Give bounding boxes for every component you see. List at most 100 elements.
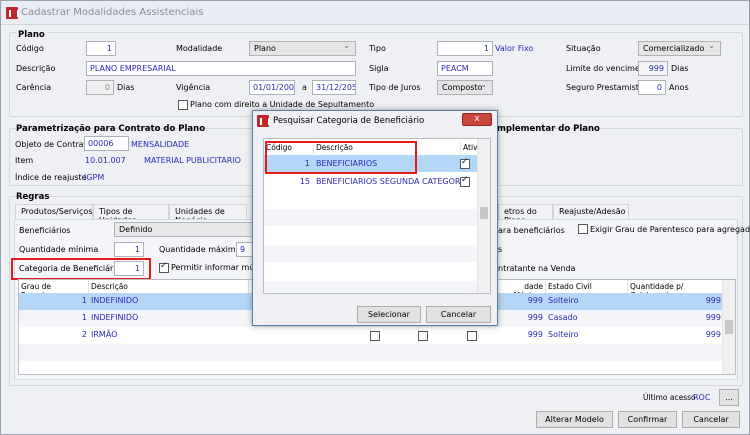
qtd-min-input[interactable]: 1 [114, 242, 144, 257]
exigir-checkbox[interactable] [578, 224, 588, 234]
seguro-label: Seguro Prestamista [566, 83, 644, 92]
ativo-checkbox[interactable] [460, 157, 470, 169]
cell-estado: Solteiro [548, 330, 579, 339]
app-logo-icon [6, 7, 19, 19]
item-code: 10.01.007 [85, 156, 126, 165]
modalidade-label: Modalidade [176, 44, 223, 53]
cancelar-button[interactable]: Cancelar [682, 411, 740, 428]
regras-title: Regras [16, 192, 50, 202]
vigencia-label: Vigência [176, 83, 211, 92]
grid-scrollbar[interactable] [722, 280, 735, 374]
item-label: Item [15, 156, 34, 165]
header-estado-civil[interactable]: Estado Civil [546, 280, 628, 293]
limite-unit: Dias [671, 64, 689, 73]
situacao-select[interactable]: Comercializado [638, 41, 721, 56]
situacao-label: Situação [566, 44, 601, 53]
seguro-unit: Anos [669, 83, 689, 92]
juros-label: Tipo de Juros [369, 83, 421, 92]
sepultamento-checkbox[interactable] [178, 100, 188, 110]
beneficiarios-select[interactable]: Definido [114, 222, 264, 237]
close-icon[interactable]: x [462, 113, 492, 126]
tab-reajuste-adesao[interactable]: Reajuste/Adesão [553, 204, 629, 219]
dialog-cancelar-button[interactable]: Cancelar [426, 306, 491, 323]
tab-produtos-servicos[interactable]: Produtos/Serviços [15, 204, 93, 219]
alterar-modelo-button[interactable]: Alterar Modelo [536, 411, 613, 428]
cell-descricao: BENEFICIARIOS SEGUNDA CATEGORIA [316, 177, 469, 186]
header-qtd-maxima[interactable]: dade Máxima [499, 280, 546, 300]
cell-codigo: 15 [299, 177, 310, 186]
table-row-empty [264, 245, 478, 262]
descricao-input[interactable]: PLANO EMPRESARIAL [86, 61, 356, 76]
indice-label: Índice de reajuste [15, 173, 87, 182]
cell-qtd: 999 [705, 330, 721, 339]
row-checkbox[interactable] [418, 331, 428, 341]
vigencia-sep: a [302, 83, 307, 92]
cell-qtd: 999 [705, 313, 721, 322]
multipla-checkbox[interactable] [159, 261, 169, 273]
cell-descricao: INDEFINIDO [91, 313, 139, 322]
cell-grau: 1 [81, 313, 87, 322]
juros-select[interactable]: Composto [437, 80, 493, 95]
title-bar: Cadastrar Modalidades Assistenciais [1, 1, 749, 25]
scroll-thumb[interactable] [725, 320, 733, 334]
header-descricao[interactable]: Descrição [89, 280, 249, 293]
sigla-input[interactable]: PEACM [437, 61, 493, 76]
row-checkbox[interactable] [370, 331, 380, 341]
row-checkbox[interactable] [467, 331, 477, 341]
table-row-empty [264, 209, 478, 226]
objeto-input[interactable]: 00006 [84, 136, 129, 151]
sigla-label: Sigla [369, 64, 389, 73]
cell-descricao: IRMÃO [91, 330, 118, 339]
right-label-1: ara beneficiários [498, 226, 565, 235]
confirmar-button[interactable]: Confirmar [618, 411, 677, 428]
highlight-box [265, 141, 417, 174]
dialog-logo-icon [257, 115, 270, 127]
header-qtd-colaborador[interactable]: Quantidade p/ Colaborador [628, 280, 723, 300]
vigencia-fim-input[interactable]: 31/12/2050 [312, 80, 356, 95]
cell-max: 999 [527, 296, 543, 305]
dialog-title: Pesquisar Categoria de Beneficiário [273, 116, 425, 126]
ativo-checkbox[interactable] [460, 175, 470, 187]
right-label-2: s [498, 245, 503, 254]
right-label-3: ntratante na Venda [498, 264, 576, 273]
tipo-input[interactable]: 1 [437, 41, 493, 56]
plano-title: Plano [16, 30, 47, 40]
codigo-input[interactable]: 1 [86, 41, 116, 56]
dialog-scrollbar[interactable] [477, 139, 490, 293]
carencia-unit: Dias [117, 83, 135, 92]
table-row-empty [19, 344, 723, 361]
tipo-desc: Valor Fixo [495, 44, 534, 53]
scroll-thumb[interactable] [480, 207, 488, 219]
vigencia-inicio-input[interactable]: 01/01/2001 [249, 80, 295, 95]
cell-qtd: 999 [705, 296, 721, 305]
exigir-label: Exigir Grau de Parentesco para agregados [590, 225, 750, 234]
seguro-input[interactable]: 0 [638, 80, 666, 95]
cell-estado: Casado [548, 313, 578, 322]
ultimo-acesso-label: Último acesso [643, 393, 696, 402]
cell-grau: 2 [81, 330, 87, 339]
highlight-box [11, 258, 151, 280]
qtd-min-label: Quantidade mínima [19, 245, 99, 254]
descricao-label: Descrição [16, 64, 56, 73]
ultimo-acesso-value: ROC [693, 393, 711, 402]
carencia-input[interactable]: 0 [86, 80, 114, 95]
sepultamento-label: Plano com direito a Unidade de Sepultame… [190, 100, 375, 109]
tab-tipos-unidades[interactable]: Tipos de Unidades [93, 204, 169, 225]
selecionar-button[interactable]: Selecionar [357, 306, 421, 323]
contrato-title: Parametrização para Contrato do Plano [16, 124, 206, 134]
item-desc: MATERIAL PUBLICITARIO [144, 156, 241, 165]
header-grau[interactable]: Grau de Parentesco [19, 280, 89, 300]
more-button[interactable]: ... [719, 389, 739, 406]
objeto-desc: MENSALIDADE [131, 140, 190, 149]
codigo-label: Código [16, 44, 44, 53]
tab-parametros-plano[interactable]: etros do Plano [498, 204, 553, 225]
limite-input[interactable]: 999 [638, 61, 668, 76]
objeto-label: Objeto de Contrato [15, 140, 92, 149]
pesquisar-categoria-dialog: Pesquisar Categoria de Beneficiário x Có… [252, 110, 498, 326]
indice-value: IGPM [84, 173, 105, 182]
modalidade-select[interactable]: Plano [249, 41, 356, 56]
table-row[interactable]: 2 IRMÃO 999 Solteiro 999 [19, 327, 723, 344]
cell-estado: Solteiro [548, 296, 579, 305]
tab-unidades-negocio[interactable]: Unidades de Negócio [169, 204, 247, 225]
table-row[interactable]: 15 BENEFICIARIOS SEGUNDA CATEGORIA [264, 173, 478, 190]
